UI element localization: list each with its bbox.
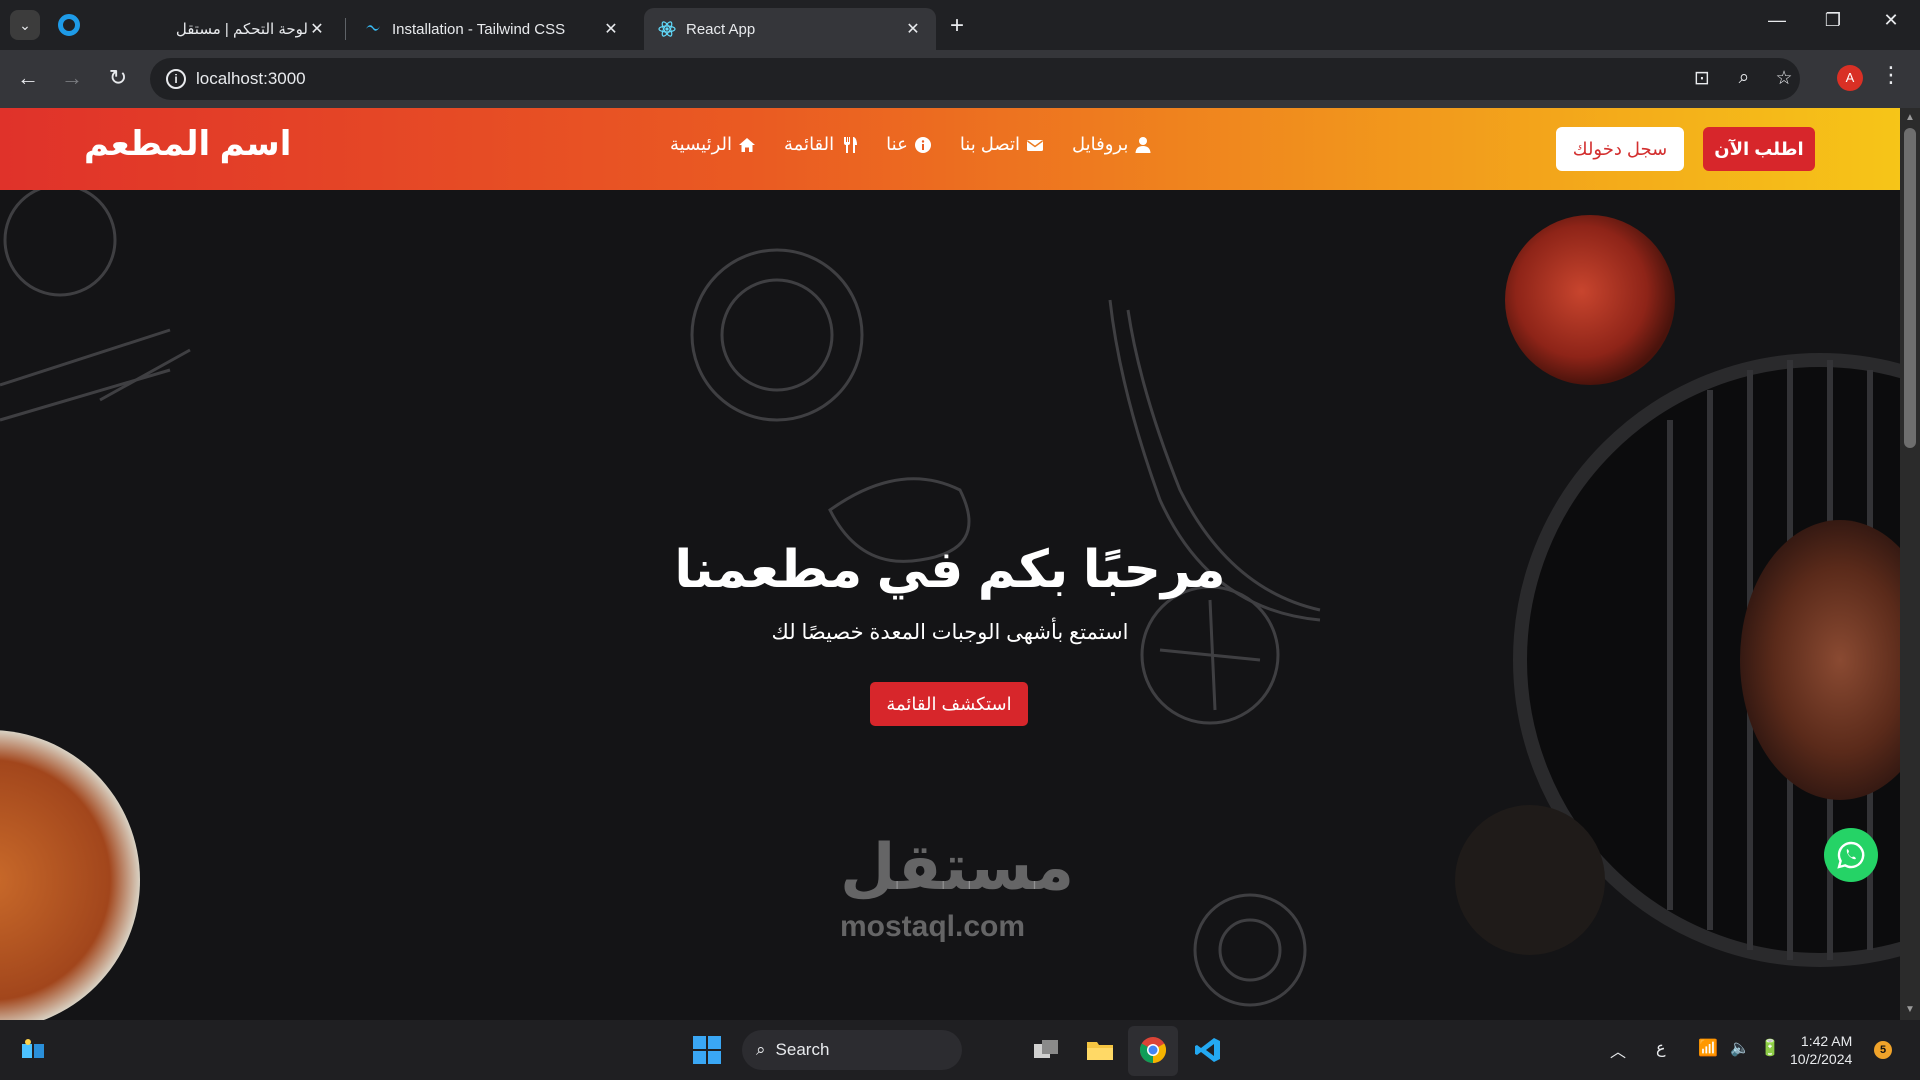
tab-title: لوحة التحكم | مستقل	[175, 21, 308, 38]
input-indicator[interactable]: ع	[1656, 1038, 1666, 1058]
reload-icon[interactable]: ↻	[103, 65, 133, 91]
whatsapp-icon	[1837, 841, 1865, 869]
clock-date: 10/2/2024	[1790, 1051, 1853, 1067]
notification-badge[interactable]: 5	[1874, 1041, 1892, 1059]
tab-separator	[345, 18, 346, 40]
scrollbar-thumb[interactable]	[1904, 128, 1916, 448]
scroll-up-icon[interactable]: ▲	[1905, 112, 1915, 123]
site-header: اسم المطعم الرئيسية القائمة عنا اتصل بنا…	[0, 108, 1900, 190]
nav-item-contact[interactable]: اتصل بنا	[960, 134, 1044, 155]
task-view-icon[interactable]	[1030, 1034, 1062, 1066]
restaurant-brand[interactable]: اسم المطعم	[84, 124, 291, 164]
hero-section: مرحبًا بكم في مطعمنا استمتع بأشهى الوجبا…	[0, 190, 1900, 1020]
page-viewport: اسم المطعم الرئيسية القائمة عنا اتصل بنا…	[0, 108, 1900, 1020]
minimize-icon[interactable]: —	[1762, 10, 1792, 31]
tab-title: Installation - Tailwind CSS	[392, 20, 566, 38]
url-text[interactable]: localhost:3000	[196, 69, 306, 89]
nav-item-profile[interactable]: بروفايل	[1072, 134, 1152, 155]
main-nav: الرئيسية القائمة عنا اتصل بنا بروفايل	[670, 134, 1152, 155]
info-icon	[914, 136, 932, 154]
vscode-icon[interactable]	[1192, 1034, 1224, 1066]
tab-react-app[interactable]: React App ✕	[644, 8, 936, 50]
zoom-icon[interactable]: ⌕	[1730, 67, 1758, 89]
tab-tailwind[interactable]: Installation - Tailwind CSS ✕	[350, 8, 634, 50]
watermark-text: مستقل	[840, 831, 1075, 903]
nav-label: بروفايل	[1072, 134, 1129, 154]
explore-menu-button[interactable]: استكشف القائمة	[870, 682, 1028, 726]
profile-indicator-icon[interactable]	[58, 14, 80, 36]
tab-close-icon[interactable]: ✕	[602, 19, 620, 39]
scroll-down-icon[interactable]: ▼	[1905, 1004, 1915, 1015]
tailwind-icon	[364, 20, 382, 38]
tab-mostaql[interactable]: لوحة التحكم | مستقل ✕	[150, 8, 340, 50]
browser-menu-icon[interactable]: ⋮	[1880, 62, 1902, 88]
whatsapp-button[interactable]	[1824, 828, 1878, 882]
login-button[interactable]: سجل دخولك	[1556, 127, 1684, 171]
forward-icon[interactable]: →	[57, 65, 87, 91]
clock-time: 1:42 AM	[1800, 1033, 1853, 1049]
tab-title: React App	[686, 20, 756, 38]
tray-overflow-icon[interactable]: ︿	[1610, 1038, 1626, 1062]
tab-search-button[interactable]: ⌄	[10, 10, 40, 40]
back-icon[interactable]: ←	[13, 65, 43, 91]
restore-icon[interactable]: ❐	[1818, 10, 1848, 31]
battery-icon[interactable]: 🔋	[1760, 1038, 1780, 1058]
envelope-icon	[1026, 136, 1044, 154]
nav-label: القائمة	[784, 134, 835, 154]
close-window-icon[interactable]: ✕	[1876, 10, 1906, 31]
site-info-icon[interactable]: i	[166, 69, 186, 89]
file-explorer-icon[interactable]	[1084, 1034, 1116, 1066]
nav-label: اتصل بنا	[959, 134, 1020, 154]
bookmark-star-icon[interactable]: ☆	[1770, 67, 1798, 90]
install-app-icon[interactable]: ⊡	[1688, 67, 1716, 90]
search-label: Search	[775, 1040, 830, 1059]
profile-avatar[interactable]: A	[1837, 65, 1863, 91]
react-icon	[658, 20, 676, 38]
address-bar[interactable]: i localhost:3000 ⊡ ⌕ ☆	[150, 58, 1800, 100]
hero-title: مرحبًا بكم في مطعمنا	[674, 541, 1226, 599]
nav-item-about[interactable]: عنا	[886, 134, 932, 155]
start-menu-icon[interactable]	[693, 1036, 721, 1064]
order-now-button[interactable]: اطلب الآن	[1703, 127, 1815, 171]
nav-item-home[interactable]: الرئيسية	[670, 134, 756, 155]
hero-subtitle: استمتع بأشهى الوجبات المعدة خصيصًا لك	[771, 621, 1129, 644]
watermark-domain: mostaql.com	[840, 910, 1026, 943]
tab-close-icon[interactable]: ✕	[308, 19, 326, 39]
taskbar-search[interactable]: ⌕ Search	[742, 1030, 962, 1070]
browser-tab-strip: ⌄ لوحة التحكم | مستقل ✕ Installation - T…	[0, 0, 1920, 50]
page-scrollbar[interactable]: ▲ ▼	[1900, 108, 1920, 1020]
nav-label: عنا	[886, 134, 908, 154]
chrome-icon[interactable]	[1137, 1034, 1169, 1066]
home-icon	[738, 136, 756, 154]
system-clock[interactable]: 1:42 AM 10/2/2024	[1790, 1032, 1852, 1068]
volume-icon[interactable]: 🔈	[1730, 1038, 1750, 1058]
new-tab-icon[interactable]: +	[950, 12, 964, 40]
tab-close-icon[interactable]: ✕	[904, 19, 922, 39]
nav-item-menu[interactable]: القائمة	[784, 134, 858, 155]
nav-label: الرئيسية	[670, 134, 732, 154]
user-icon	[1134, 136, 1152, 154]
widgets-icon[interactable]	[20, 1038, 46, 1060]
browser-toolbar: ← → ↻ i localhost:3000 ⊡ ⌕ ☆ A ⋮	[0, 50, 1920, 108]
wifi-icon[interactable]: 📶	[1698, 1038, 1718, 1058]
search-icon: ⌕	[756, 1040, 766, 1059]
windows-taskbar: ⌕ Search ︿ ع 📶 🔈 🔋 1:42 AM 10/2/2024 5	[0, 1020, 1920, 1080]
utensils-icon	[840, 136, 858, 154]
